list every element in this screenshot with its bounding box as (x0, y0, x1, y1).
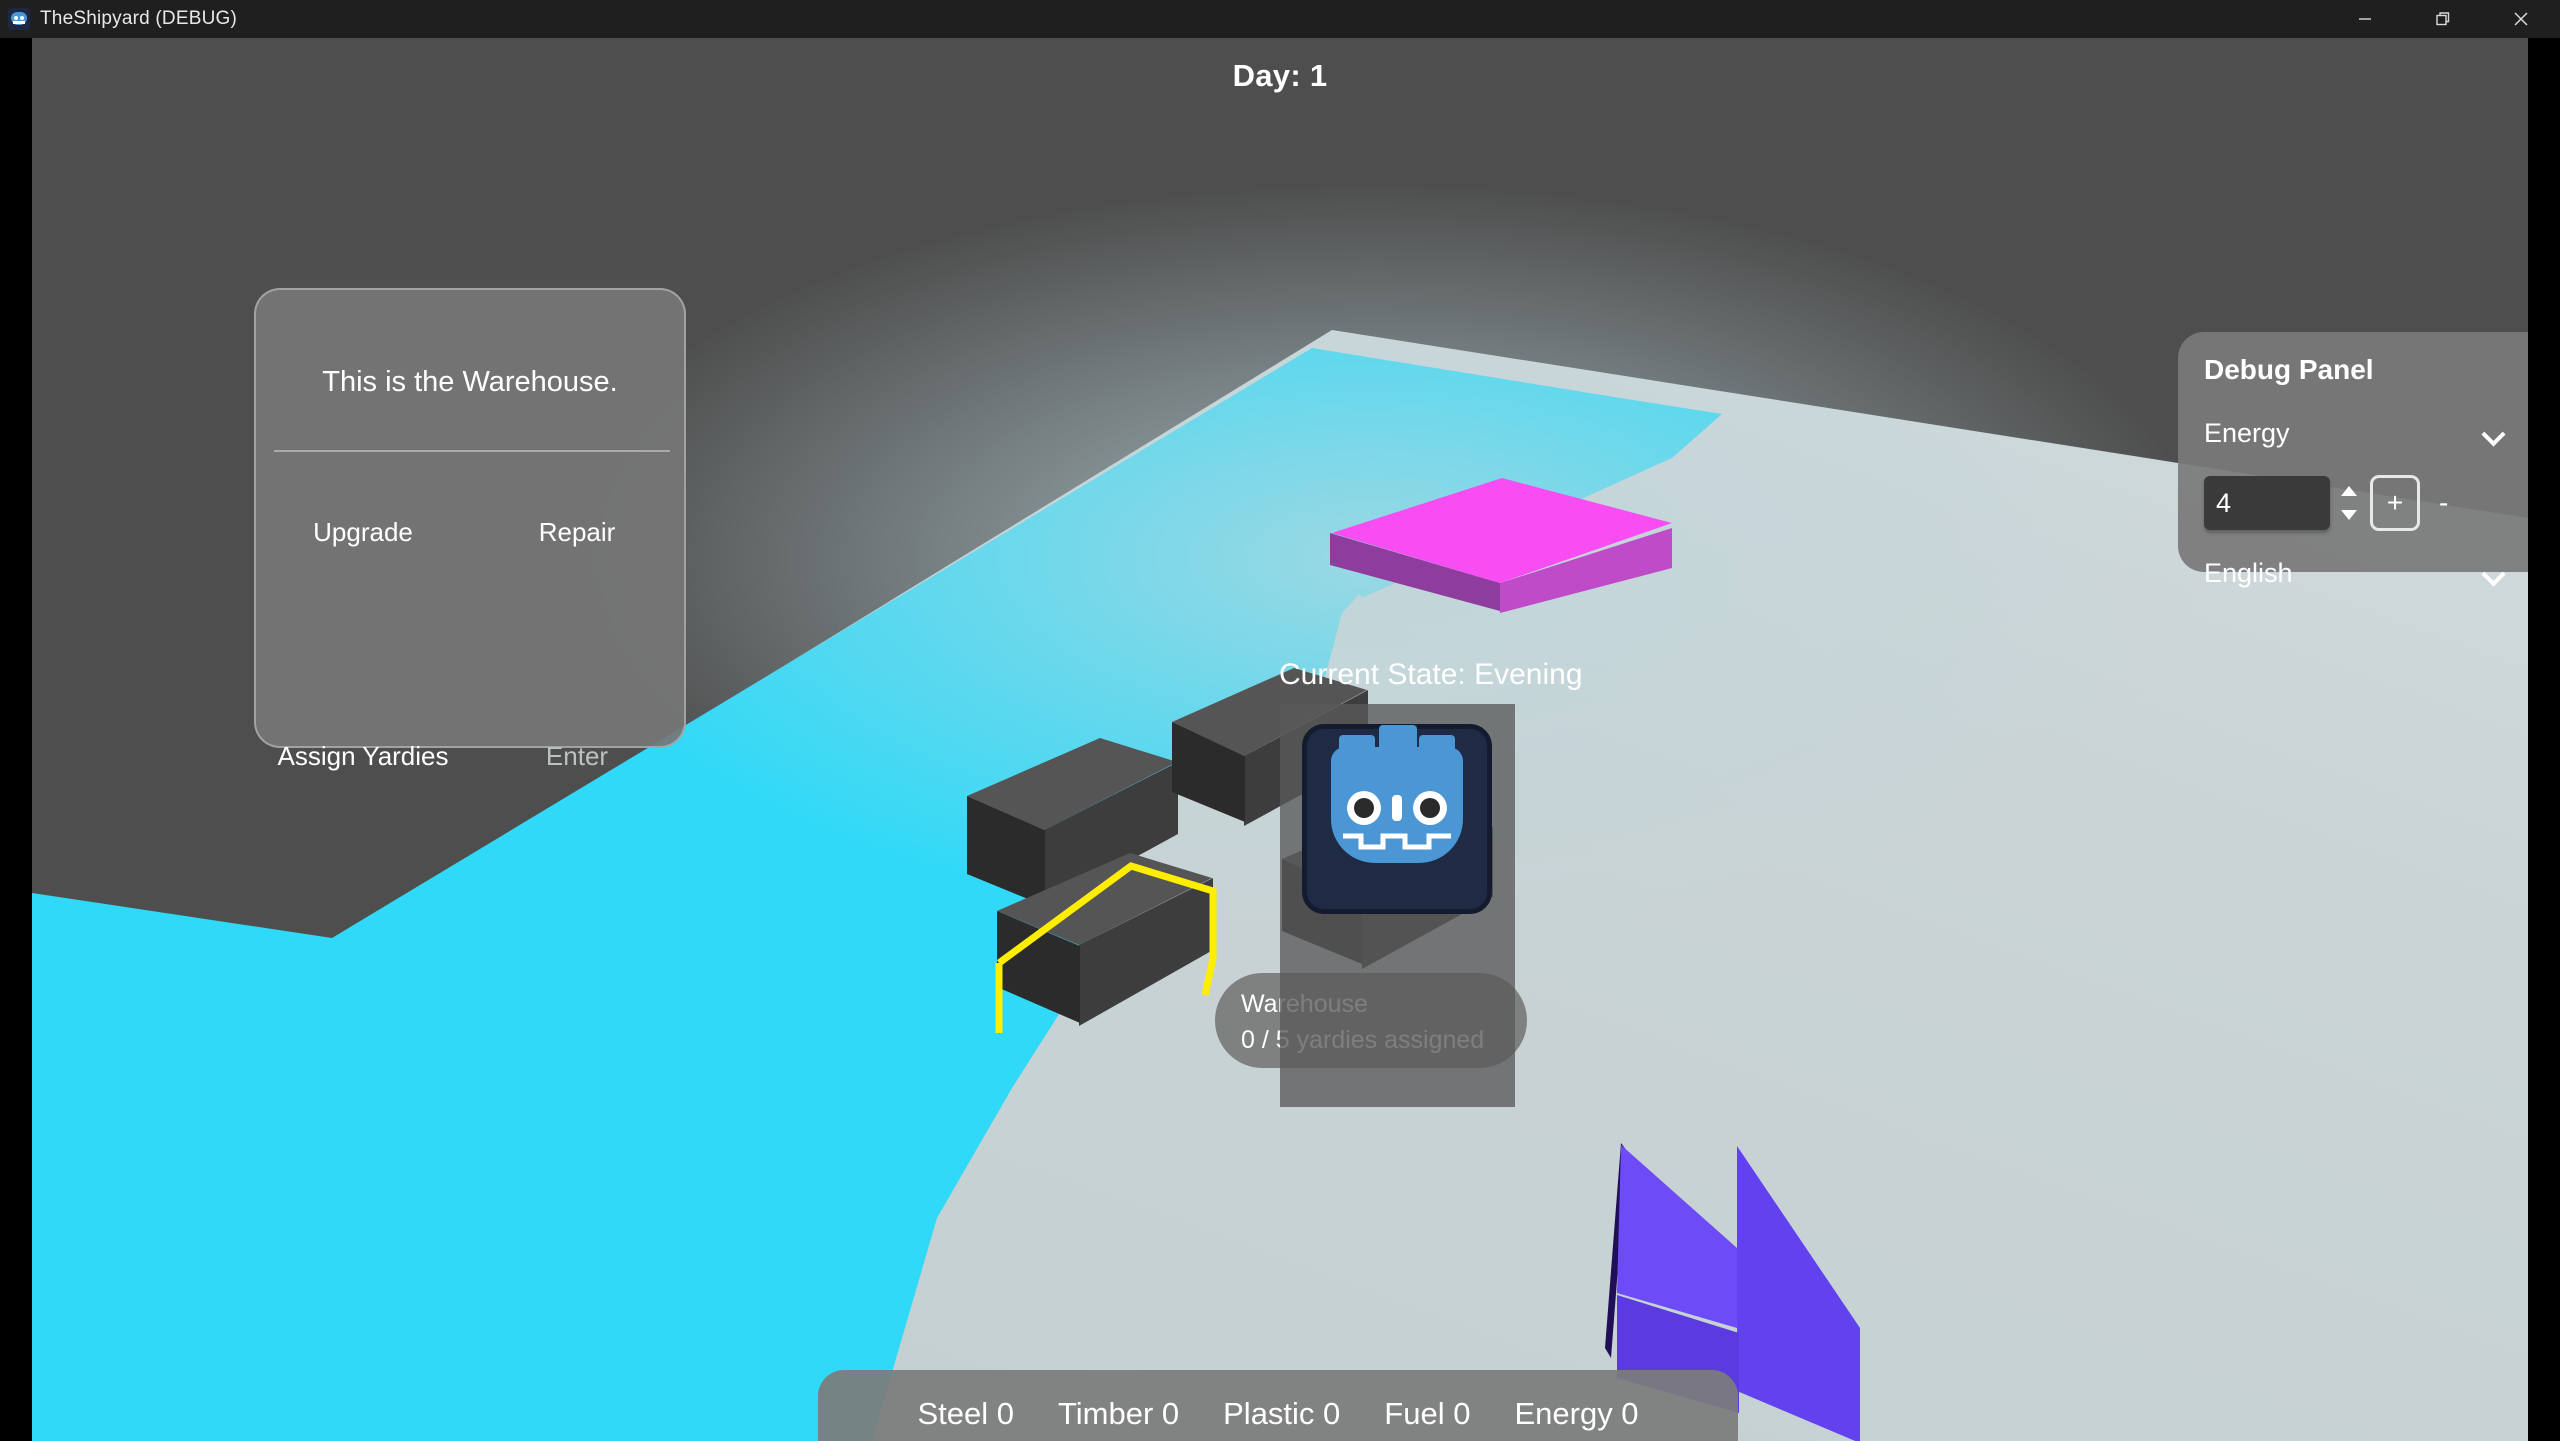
spinner-arrows-icon[interactable] (2337, 480, 2361, 526)
minimize-button[interactable] (2326, 0, 2404, 38)
resource-select[interactable]: Energy (2204, 412, 2509, 454)
debug-panel: Debug Panel Energy 4 + - English (2178, 332, 2528, 572)
window-titlebar: TheShipyard (DEBUG) (0, 0, 2560, 38)
resource-bar: Steel 0 Timber 0 Plastic 0 Fuel 0 Energy… (818, 1370, 1738, 1441)
language-select[interactable]: English (2204, 552, 2509, 594)
resource-steel: Steel 0 (895, 1396, 1036, 1432)
chevron-down-icon (2483, 566, 2505, 580)
restore-button[interactable] (2404, 0, 2482, 38)
assign-yardies-button[interactable]: Assign Yardies (256, 741, 470, 772)
repair-button[interactable]: Repair (470, 517, 684, 548)
building-magenta[interactable] (1322, 478, 1682, 623)
godot-robot-icon (1302, 724, 1492, 914)
building-dialog-panel: This is the Warehouse. Upgrade Repair As… (254, 288, 686, 748)
close-button[interactable] (2482, 0, 2560, 38)
decrease-button[interactable]: - (2439, 475, 2448, 531)
increase-button[interactable]: + (2370, 475, 2420, 531)
game-viewport[interactable]: Day: 1 This is the Warehouse. Upgrade Re… (32, 38, 2528, 1441)
application-window: TheShipyard (DEBUG) (0, 0, 2560, 1441)
dialog-title: This is the Warehouse. (256, 366, 684, 399)
amount-controls: 4 + - (2204, 476, 2528, 530)
language-select-value: English (2204, 558, 2293, 589)
dialog-button-row-secondary: Assign Yardies Enter (256, 732, 684, 780)
current-state-label: Current State: Evening (1279, 658, 1699, 692)
building-warehouse-selected[interactable] (997, 853, 1212, 1068)
chevron-down-icon (2483, 426, 2505, 440)
amount-input[interactable]: 4 (2204, 476, 2330, 530)
resource-select-value: Energy (2204, 418, 2290, 449)
enter-button[interactable]: Enter (470, 741, 684, 772)
resource-fuel: Fuel 0 (1362, 1396, 1492, 1432)
window-title: TheShipyard (DEBUG) (40, 8, 237, 30)
resource-plastic: Plastic 0 (1201, 1396, 1362, 1432)
dialog-button-row-primary: Upgrade Repair (256, 508, 684, 556)
dialog-divider (274, 450, 670, 452)
godot-logo-panel (1280, 704, 1515, 1107)
day-counter: Day: 1 (32, 58, 2528, 94)
window-controls (2326, 0, 2560, 38)
godot-app-icon (8, 8, 30, 30)
debug-panel-title: Debug Panel (2204, 354, 2528, 386)
upgrade-button[interactable]: Upgrade (256, 517, 470, 548)
resource-energy: Energy 0 (1492, 1396, 1660, 1432)
resource-timber: Timber 0 (1036, 1396, 1201, 1432)
